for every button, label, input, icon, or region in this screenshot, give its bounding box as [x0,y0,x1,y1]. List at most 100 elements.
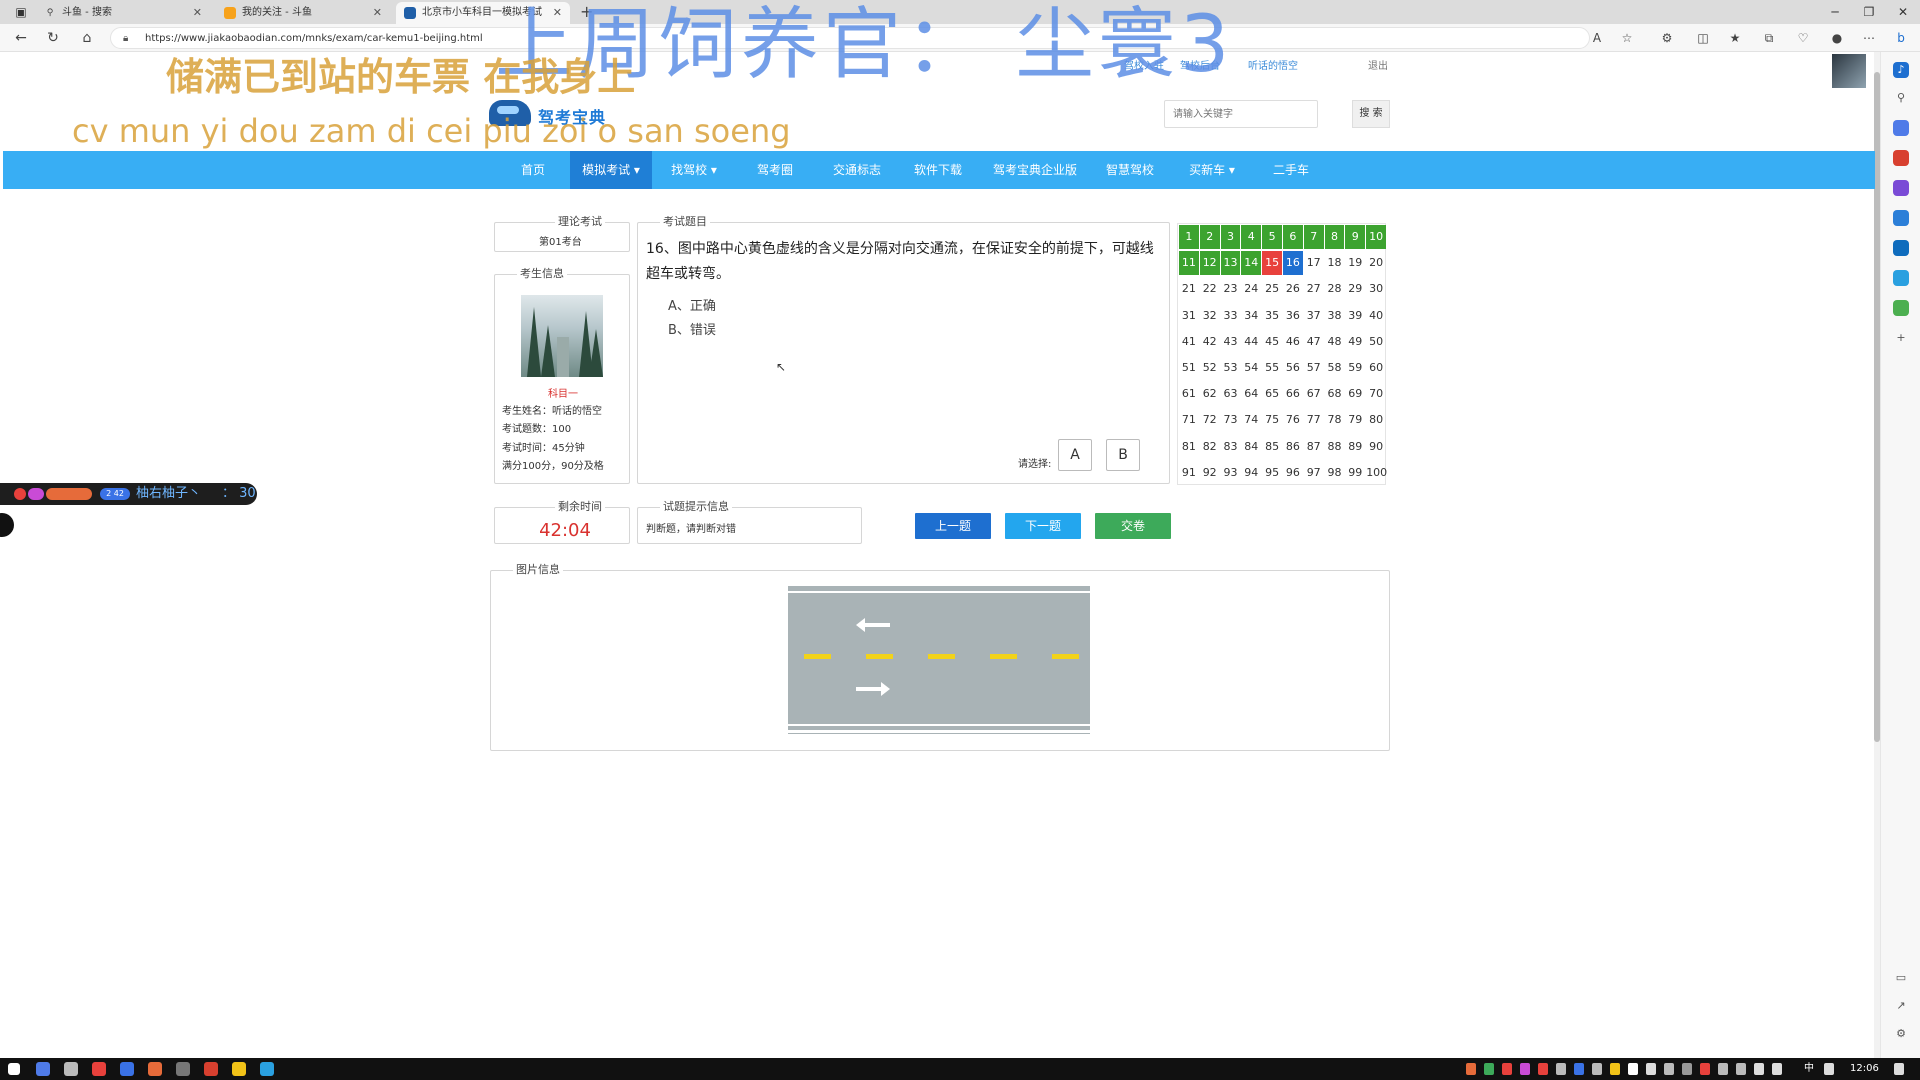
question-cell-4[interactable]: 4 [1241,225,1262,249]
question-cell-96[interactable]: 96 [1283,461,1303,485]
question-cell-6[interactable]: 6 [1283,225,1303,249]
tray-icon[interactable] [1824,1063,1834,1075]
question-cell-12[interactable]: 12 [1199,251,1220,276]
nav-mock-exam[interactable]: 模拟考试 ▾ [570,151,652,189]
tab-actions-icon[interactable]: ▣ [4,0,38,24]
taskbar-app-icon[interactable] [92,1062,106,1076]
question-cell-90[interactable]: 90 [1366,435,1386,459]
outlook-icon[interactable] [1893,240,1909,256]
question-cell-76[interactable]: 76 [1283,408,1303,432]
choice-a-button[interactable]: A [1058,439,1092,471]
question-cell-25[interactable]: 25 [1262,277,1282,301]
tray-icon[interactable] [1592,1063,1602,1075]
favorites-icon[interactable]: ★ [1724,28,1746,48]
favorite-star-icon[interactable]: ☆ [1616,28,1638,48]
browser-essentials-icon[interactable]: ♡ [1792,28,1814,48]
question-cell-43[interactable]: 43 [1221,330,1241,354]
question-cell-44[interactable]: 44 [1241,330,1261,354]
question-cell-50[interactable]: 50 [1366,330,1386,354]
question-cell-51[interactable]: 51 [1179,356,1199,380]
taskbar-app-icon[interactable] [36,1062,50,1076]
question-cell-71[interactable]: 71 [1179,408,1199,432]
tray-icon[interactable] [1682,1063,1692,1075]
question-cell-97[interactable]: 97 [1304,461,1324,485]
nav-enterprise[interactable]: 驾考宝典企业版 [987,151,1083,189]
network-icon[interactable] [1772,1063,1782,1075]
question-cell-83[interactable]: 83 [1221,435,1241,459]
question-cell-41[interactable]: 41 [1179,330,1199,354]
question-cell-74[interactable]: 74 [1241,408,1261,432]
question-cell-53[interactable]: 53 [1221,356,1241,380]
question-cell-67[interactable]: 67 [1304,382,1324,406]
question-cell-75[interactable]: 75 [1262,408,1282,432]
question-cell-27[interactable]: 27 [1304,277,1324,301]
question-cell-92[interactable]: 92 [1200,461,1220,485]
taskbar-app-icon[interactable] [120,1062,134,1076]
question-cell-42[interactable]: 42 [1200,330,1220,354]
extensions-icon[interactable]: ⚙ [1656,28,1678,48]
tray-icon[interactable] [1718,1063,1728,1075]
question-cell-29[interactable]: 29 [1345,277,1365,301]
question-cell-47[interactable]: 47 [1304,330,1324,354]
question-cell-98[interactable]: 98 [1325,461,1345,485]
question-cell-26[interactable]: 26 [1283,277,1303,301]
page-scrollbar[interactable] [1874,52,1880,1058]
question-cell-7[interactable]: 7 [1303,225,1324,249]
start-icon[interactable] [8,1063,20,1075]
search-input[interactable] [1164,100,1318,128]
question-cell-22[interactable]: 22 [1200,277,1220,301]
question-cell-35[interactable]: 35 [1262,304,1282,328]
question-cell-19[interactable]: 19 [1345,251,1365,275]
question-cell-10[interactable]: 10 [1366,225,1386,249]
restore-icon[interactable]: ❐ [1852,0,1886,24]
tray-icon[interactable] [1646,1063,1656,1075]
question-cell-45[interactable]: 45 [1262,330,1282,354]
taskbar-app-icon[interactable] [64,1062,78,1076]
question-cell-34[interactable]: 34 [1241,304,1261,328]
screenshot-icon[interactable]: ▭ [1893,970,1909,986]
question-cell-46[interactable]: 46 [1283,330,1303,354]
nav-traffic-signs[interactable]: 交通标志 [823,151,891,189]
question-cell-56[interactable]: 56 [1283,356,1303,380]
tray-icon[interactable] [1502,1063,1512,1075]
question-cell-84[interactable]: 84 [1241,435,1261,459]
question-cell-8[interactable]: 8 [1324,225,1345,249]
question-cell-15[interactable]: 15 [1262,251,1282,276]
question-cell-59[interactable]: 59 [1345,356,1365,380]
tray-icon[interactable] [1466,1063,1476,1075]
choice-b-button[interactable]: B [1106,439,1140,471]
question-cell-52[interactable]: 52 [1200,356,1220,380]
question-cell-89[interactable]: 89 [1345,435,1365,459]
question-cell-36[interactable]: 36 [1283,304,1303,328]
question-cell-81[interactable]: 81 [1179,435,1199,459]
question-cell-54[interactable]: 54 [1241,356,1261,380]
nav-exam-circle[interactable]: 驾考圈 [742,151,808,189]
nav-home[interactable]: 首页 [500,151,566,189]
question-cell-23[interactable]: 23 [1221,277,1241,301]
volume-icon[interactable] [1754,1063,1764,1075]
drop-icon[interactable] [1893,300,1909,316]
question-cell-72[interactable]: 72 [1200,408,1220,432]
games-icon[interactable] [1893,180,1909,196]
nav-used-car[interactable]: 二手车 [1257,151,1325,189]
question-cell-82[interactable]: 82 [1200,435,1220,459]
question-cell-5[interactable]: 5 [1262,225,1282,249]
collections-icon[interactable]: ⧉ [1758,28,1780,48]
split-screen-icon[interactable]: ◫ [1692,28,1714,48]
external-icon[interactable]: ↗ [1893,998,1909,1014]
question-cell-99[interactable]: 99 [1345,461,1365,485]
question-cell-38[interactable]: 38 [1325,304,1345,328]
submit-exam-button[interactable]: 交卷 [1095,513,1171,539]
telegram-icon[interactable] [1893,270,1909,286]
question-cell-95[interactable]: 95 [1262,461,1282,485]
question-cell-93[interactable]: 93 [1221,461,1241,485]
tab-douyu-search[interactable]: ⚲ 斗鱼 - 搜索 ✕ [36,2,210,24]
tab-douyu-follow[interactable]: 我的关注 - 斗鱼 ✕ [216,2,390,24]
question-cell-55[interactable]: 55 [1262,356,1282,380]
question-cell-63[interactable]: 63 [1221,382,1241,406]
question-cell-17[interactable]: 17 [1304,251,1324,275]
tray-icon[interactable] [1538,1063,1548,1075]
question-cell-9[interactable]: 9 [1345,225,1366,249]
question-cell-2[interactable]: 2 [1199,225,1220,249]
question-cell-33[interactable]: 33 [1221,304,1241,328]
